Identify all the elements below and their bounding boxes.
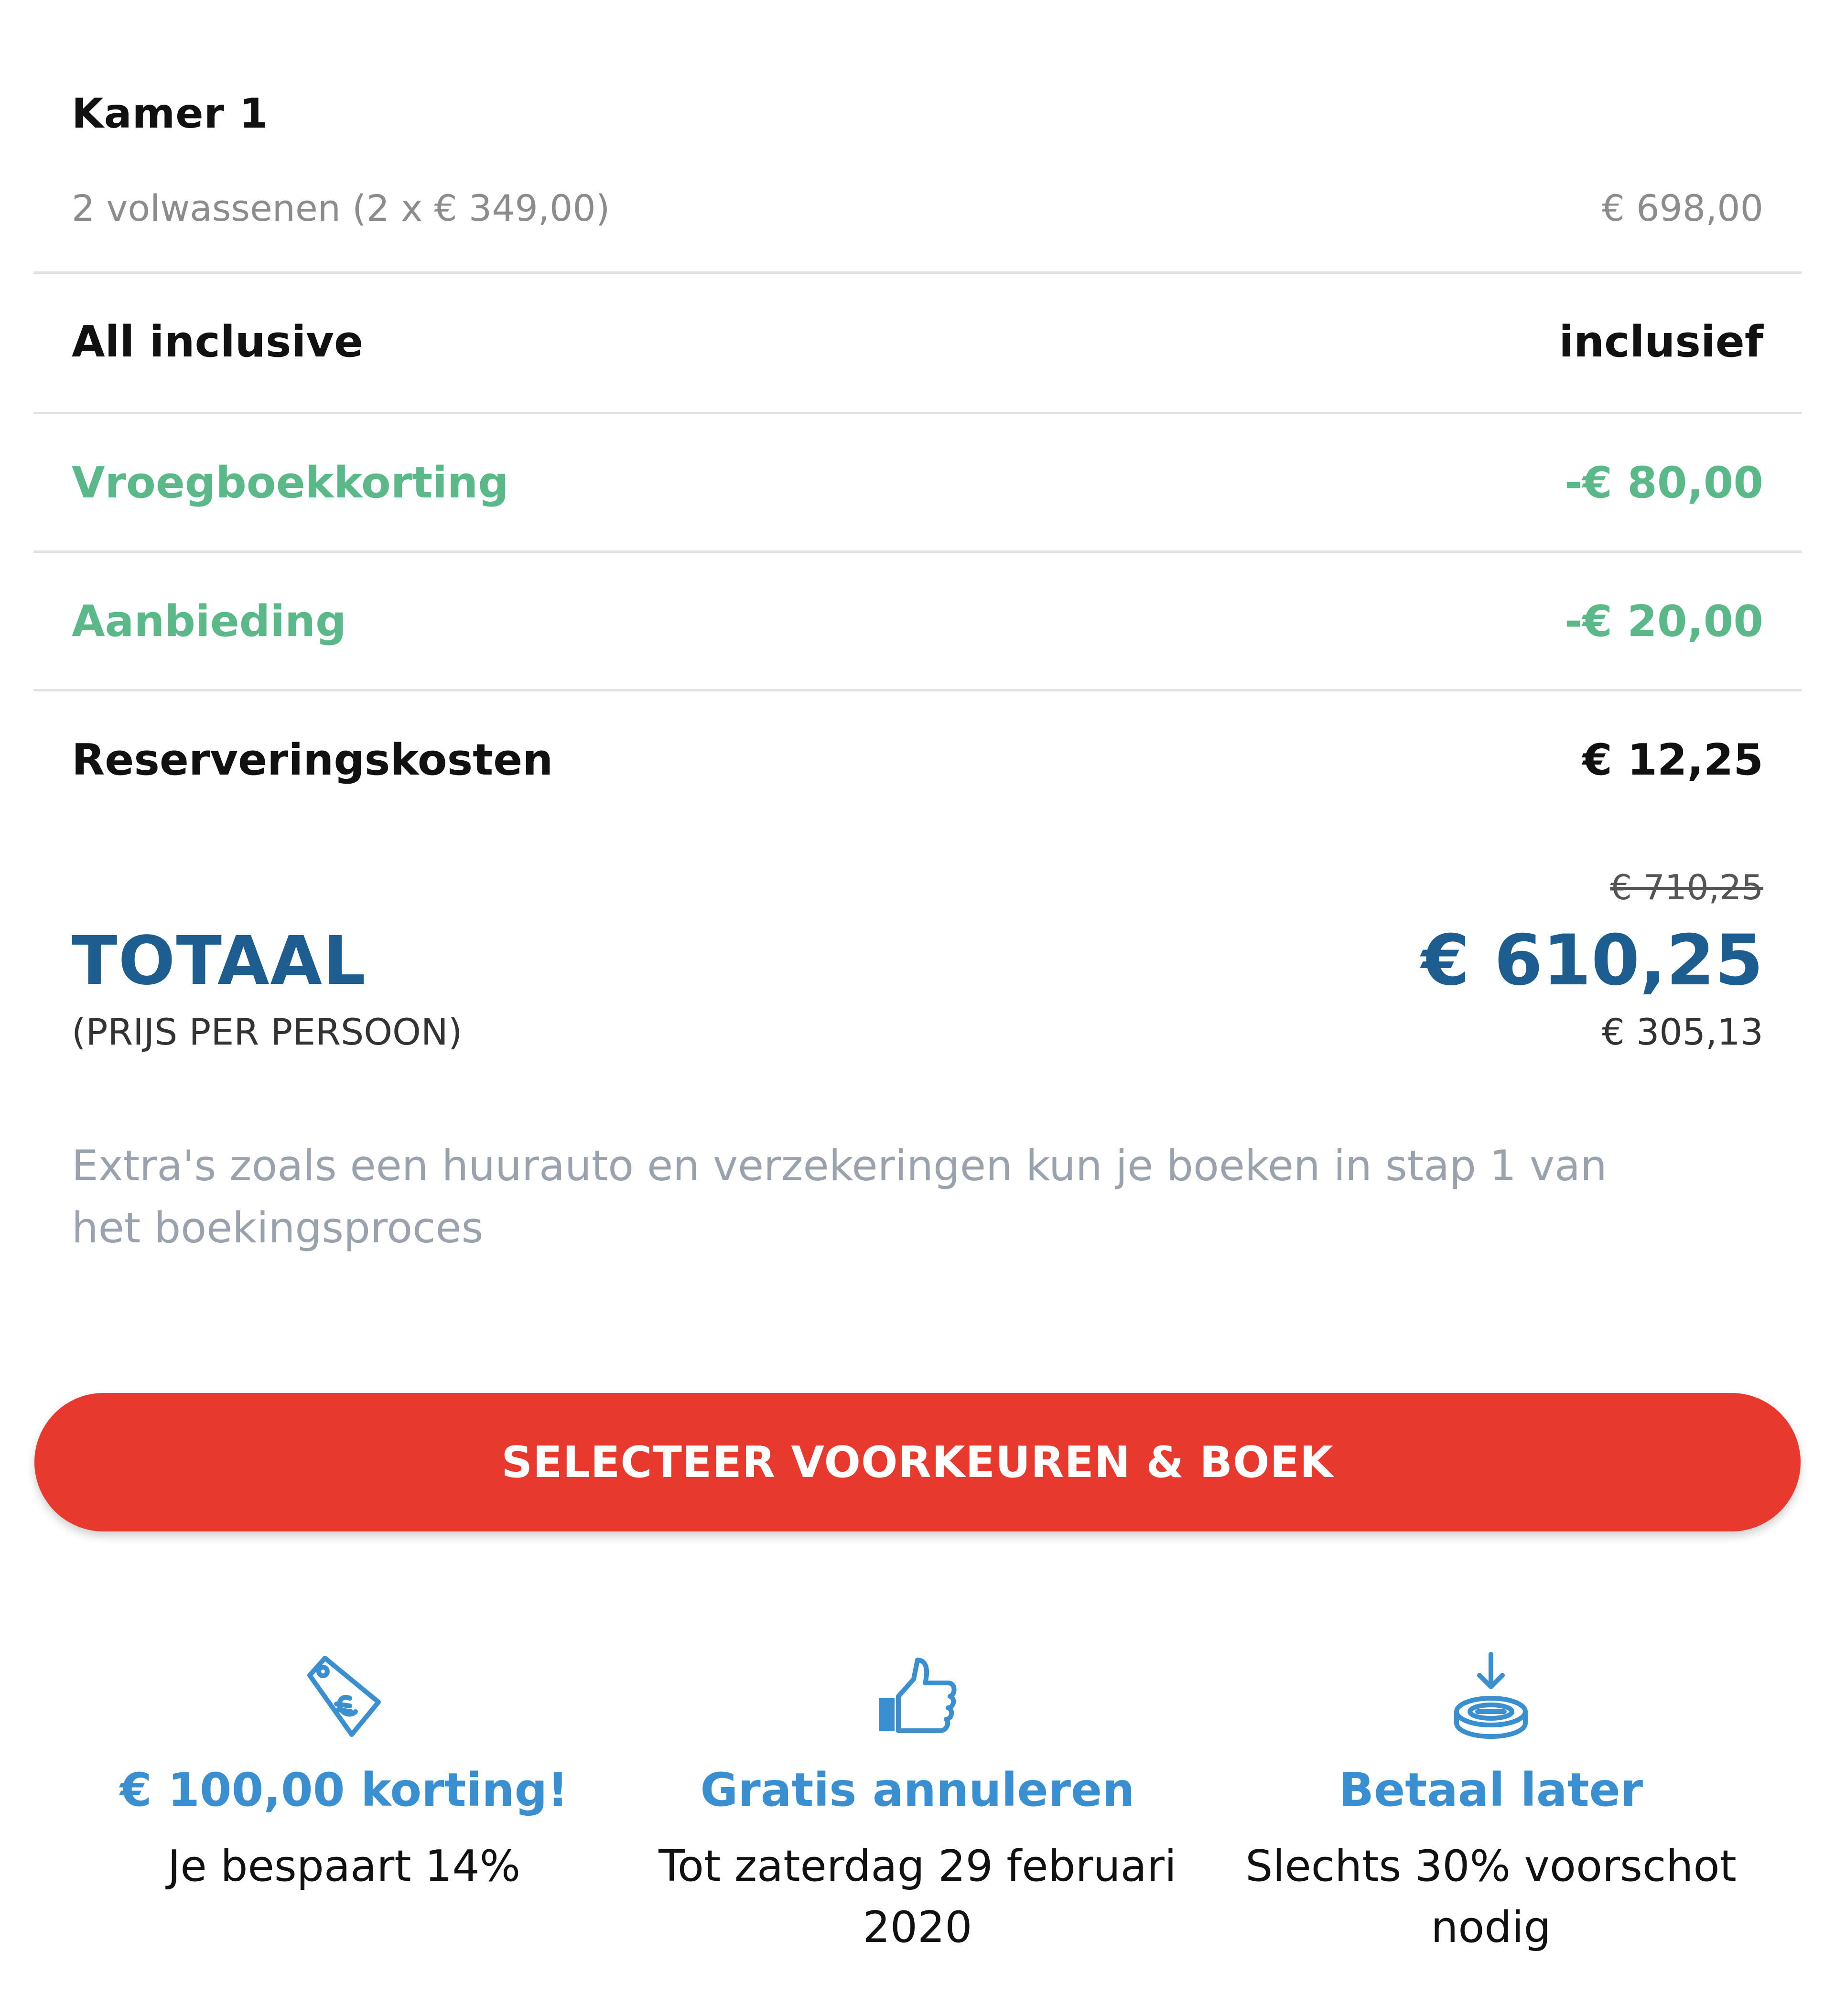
usp-pay-later: Betaal later Slechts 30% voorschot nodig [1185,1649,1797,1958]
usp-text-line: Slechts 30% voorschot [1245,1841,1737,1891]
room-title: Kamer 1 [72,90,269,138]
line-label: Vroegboekkorting [72,457,509,508]
thumbs-up-icon [612,1649,1223,1744]
divider [33,689,1802,691]
room-guests-label: 2 volwassenen (2 x € 349,00) [72,186,610,229]
line-label: Aanbieding [72,596,346,647]
extras-note: Extra's zoals een huurauto en verzekerin… [72,1141,1607,1252]
divider [33,271,1802,274]
usp-title: Betaal later [1338,1763,1643,1817]
usp-discount: € 100,00 korting! Je bespaart 14% [38,1649,650,1897]
usp-title: Gratis annuleren [700,1763,1135,1817]
line-value: -€ 80,00 [1565,457,1763,508]
download-coin-icon [1185,1649,1797,1744]
usp-text-line: Tot zaterdag 29 februari [658,1841,1177,1891]
line-value: € 12,25 [1582,734,1763,785]
select-preferences-book-button[interactable]: SELECTEER VOORKEUREN & BOEK [34,1393,1801,1531]
line-all-inclusive: All inclusive inclusief [72,311,1763,373]
room-guests-price: € 698,00 [1601,186,1763,229]
usp-free-cancellation: Gratis annuleren Tot zaterdag 29 februar… [612,1649,1223,1958]
line-offer-discount: Aanbieding -€ 20,00 [72,590,1763,652]
line-label: All inclusive [72,316,364,367]
total-label: TOTAAL [72,922,367,1000]
per-person-label: (PRIJS PER PERSOON) [72,1011,463,1053]
usp-text-line: Je bespaart 14% [167,1841,521,1891]
room-guests-row: 2 volwassenen (2 x € 349,00) € 698,00 [72,182,1763,234]
usp-text-line: 2020 [863,1902,972,1952]
old-total-price: € 710,25 [1610,867,1763,907]
line-early-booking-discount: Vroegboekkorting -€ 80,00 [72,452,1763,514]
usp-text-line: nodig [1431,1902,1551,1952]
divider [33,550,1802,553]
cta-label: SELECTEER VOORKEUREN & BOEK [501,1437,1334,1488]
booking-summary: Kamer 1 2 volwassenen (2 x € 349,00) € 6… [0,0,1835,2016]
divider [33,412,1802,414]
usp-text: Slechts 30% voorschot nodig [1185,1836,1797,1958]
line-label: Reserveringskosten [72,734,553,785]
total-price: € 610,25 [1421,920,1763,1001]
line-value: -€ 20,00 [1565,596,1763,647]
usp-text: Je bespaart 14% [38,1836,650,1897]
price-tag-icon [38,1649,650,1744]
per-person-price: € 305,13 [1601,1011,1763,1053]
usp-title: € 100,00 korting! [119,1763,569,1817]
line-reservation-costs: Reserveringskosten € 12,25 [72,729,1763,791]
line-value: inclusief [1559,316,1763,367]
usp-text: Tot zaterdag 29 februari 2020 [612,1836,1223,1958]
